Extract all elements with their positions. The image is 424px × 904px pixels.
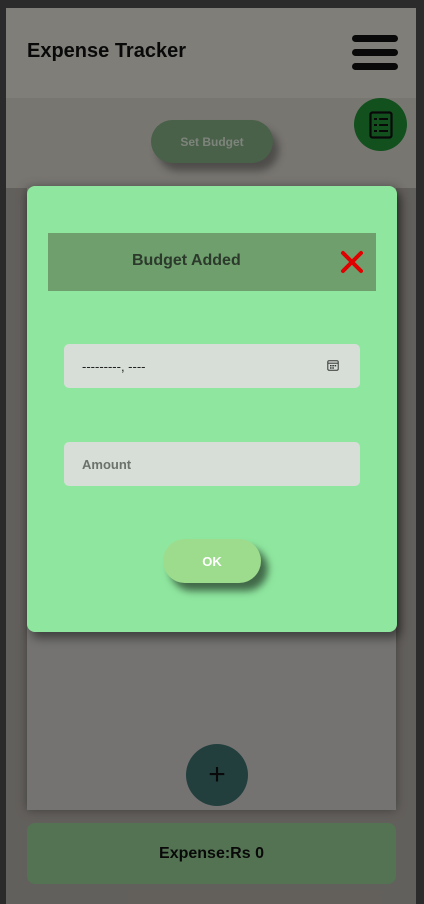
modal-header: Budget Added: [48, 233, 376, 291]
date-value: ---------, ----: [82, 358, 146, 374]
ok-button[interactable]: OK: [163, 539, 261, 583]
amount-input[interactable]: [64, 442, 360, 486]
calendar-icon[interactable]: [327, 359, 339, 371]
budget-modal: Budget Added ---------, ---- OK: [27, 186, 397, 632]
date-input[interactable]: ---------, ----: [64, 344, 360, 388]
modal-title: Budget Added: [132, 252, 241, 269]
close-icon[interactable]: [340, 250, 364, 274]
